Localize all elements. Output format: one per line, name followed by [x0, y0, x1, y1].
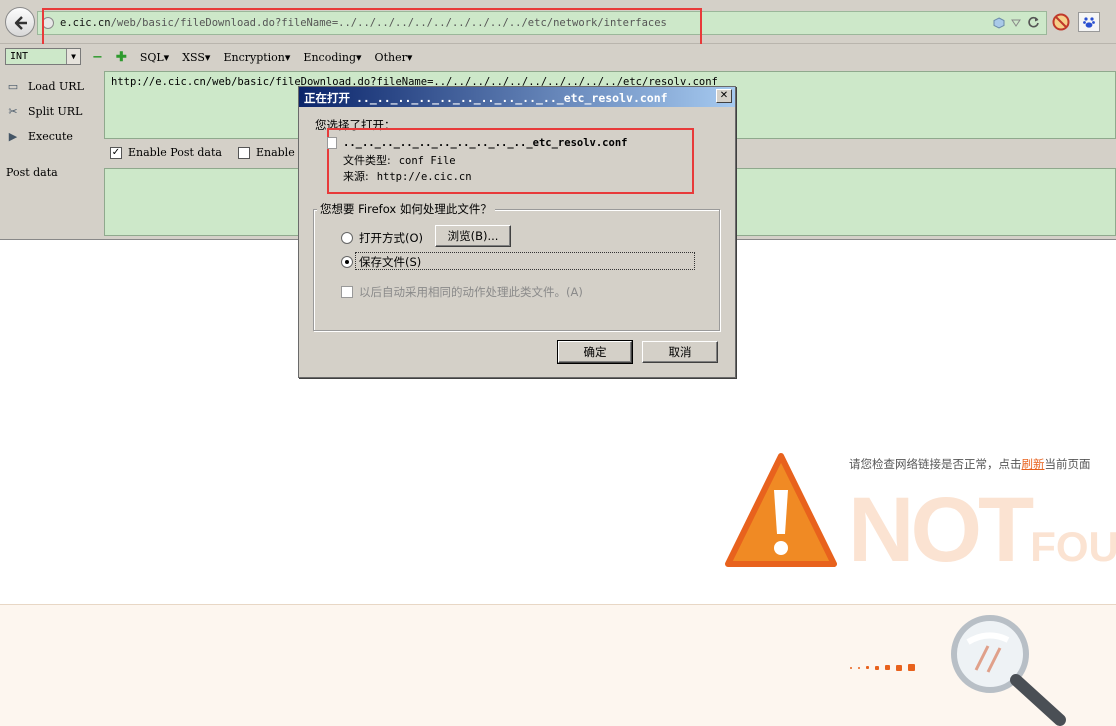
load-url-button[interactable]: ▭ Load URL [6, 74, 84, 99]
network-check-text: 请您检查网络链接是否正常，点击刷新当前页面 [849, 457, 1091, 471]
warning-icon [725, 453, 837, 567]
plus-icon[interactable]: ✚ [116, 50, 127, 65]
menu-encoding[interactable]: Encoding▾ [303, 51, 361, 64]
url-highlight-box [42, 8, 702, 49]
radio-selected-icon [341, 256, 353, 268]
menu-other[interactable]: Other▾ [375, 51, 413, 64]
download-dialog: 正在打开 .._.._.._.._.._.._.._.._.._.._etc_re… [298, 86, 736, 378]
checkbox-disabled-icon [341, 286, 353, 298]
scissors-icon: ✂ [8, 105, 18, 118]
enable-post-checkbox[interactable]: ✓ Enable Post data [110, 146, 222, 159]
chevron-down-icon[interactable]: ▼ [66, 49, 80, 64]
auto-action-checkbox[interactable]: 以后自动采用相同的动作处理此类文件。(A) [341, 284, 583, 300]
checkbox-checked-icon: ✓ [110, 146, 122, 159]
dropdown-triangle-icon[interactable] [1011, 18, 1021, 28]
ok-button[interactable]: 确定 [557, 340, 633, 364]
reload-icon[interactable] [1027, 16, 1040, 29]
menu-xss[interactable]: XSS▾ [182, 51, 210, 64]
dialog-titlebar: 正在打开 .._.._.._.._.._.._.._.._.._.._etc_re… [299, 87, 735, 107]
play-icon: ▶ [8, 130, 18, 143]
hackbar-menu: − ✚ SQL▾ XSS▾ Encryption▾ Encoding▾ Othe… [92, 50, 412, 65]
cube-icon[interactable] [993, 16, 1005, 29]
open-with-radio[interactable]: 打开方式(O) [341, 230, 423, 246]
file-name: .._.._.._.._.._.._.._.._.._.._etc_resolv… [327, 137, 627, 149]
menu-sql[interactable]: SQL▾ [140, 51, 169, 64]
save-file-radio[interactable]: 保存文件(S) [341, 254, 421, 270]
execute-button[interactable]: ▶ Execute [6, 124, 84, 149]
menu-encryption[interactable]: Encryption▾ [223, 51, 290, 64]
minus-icon[interactable]: − [92, 50, 103, 65]
baidu-search-icon[interactable] [1078, 12, 1100, 32]
close-icon[interactable]: ✕ [716, 89, 732, 103]
magnifier-icon [951, 615, 1066, 726]
browse-button[interactable]: 浏览(B)... [435, 225, 511, 247]
post-data-label: Post data [6, 166, 58, 179]
document-icon [327, 137, 337, 149]
source-row: 来源: http://e.cic.cn [343, 170, 472, 183]
hackbar-select[interactable]: INT ▼ [5, 48, 81, 65]
load-icon: ▭ [7, 80, 19, 93]
enable-referrer-checkbox[interactable]: Enable [237, 146, 295, 159]
file-type-row: 文件类型: conf File [343, 154, 456, 167]
refresh-link[interactable]: 刷新 [1022, 457, 1045, 471]
loading-dots [850, 664, 915, 671]
action-group-title: 您想要 Firefox 如何处理此文件？ [317, 201, 495, 217]
block-addon-icon[interactable] [1052, 13, 1070, 31]
radio-icon [341, 232, 353, 244]
action-groupbox [313, 209, 720, 331]
back-arrow-icon [14, 16, 27, 30]
split-url-button[interactable]: ✂ Split URL [6, 99, 84, 124]
checkbox-icon [237, 146, 250, 159]
back-button[interactable] [5, 7, 35, 37]
cancel-button[interactable]: 取消 [642, 341, 718, 363]
not-found-graphic: NOTFOU [848, 479, 1116, 581]
